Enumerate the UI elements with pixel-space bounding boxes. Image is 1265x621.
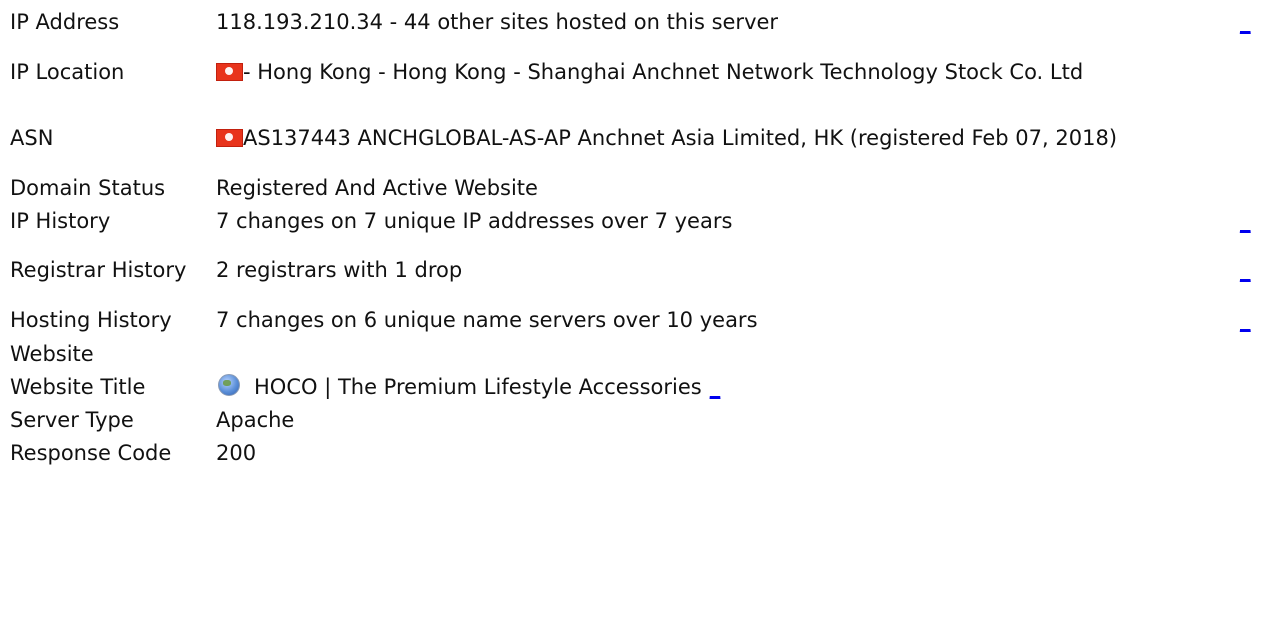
value-website-title: HOCO | The Premium Lifestyle Accessories bbox=[254, 374, 702, 399]
row-asn: ASN AS137443 ANCHGLOBAL-AS-AP Anchnet As… bbox=[10, 105, 1250, 171]
label-ip-location: IP Location bbox=[10, 60, 125, 84]
value-server-type: Apache bbox=[216, 407, 295, 432]
label-ip-history: IP History bbox=[10, 208, 111, 233]
label-response-code: Response Code bbox=[10, 440, 172, 465]
row-registrar-history: Registrar History 2 registrars with 1 dr… bbox=[10, 237, 1251, 303]
value-ip-history: 7 changes on 7 unique IP addresses over … bbox=[216, 208, 733, 233]
hong-kong-flag-icon bbox=[216, 129, 243, 147]
row-ip-location: IP Location - Hong Kong - Hong Kong - Sh… bbox=[10, 39, 1250, 105]
ip-history-more-link[interactable]: _ bbox=[1240, 205, 1251, 233]
whois-details-table: IP Address 118.193.210.34 - 44 other sit… bbox=[10, 5, 1251, 469]
globe-icon bbox=[218, 373, 240, 396]
value-registrar-history: 2 registrars with 1 drop bbox=[216, 258, 463, 282]
label-ip-address: IP Address bbox=[10, 10, 120, 34]
label-website-title: Website Title bbox=[10, 374, 146, 399]
value-asn-cell: AS137443 ANCHGLOBAL-AS-AP Anchnet Asia L… bbox=[216, 105, 1216, 171]
label-hosting-history: Hosting History bbox=[10, 308, 172, 332]
value-asn: AS137443 ANCHGLOBAL-AS-AP Anchnet Asia L… bbox=[243, 126, 1118, 150]
row-ip-history: IP History 7 changes on 7 unique IP addr… bbox=[10, 204, 1251, 237]
section-heading-website: Website bbox=[10, 341, 94, 366]
label-asn: ASN bbox=[10, 126, 54, 150]
value-response-code: 200 bbox=[216, 440, 257, 465]
value-ip-location: - Hong Kong - Hong Kong - Shanghai Anchn… bbox=[243, 60, 1084, 84]
hosting-history-more-link[interactable]: _ bbox=[1240, 304, 1251, 332]
ip-address-more-link[interactable]: _ bbox=[1240, 6, 1251, 34]
value-ip-address: 118.193.210.34 - 44 other sites hosted o… bbox=[216, 10, 779, 34]
registrar-history-more-link[interactable]: _ bbox=[1240, 254, 1251, 282]
value-ip-location-cell: - Hong Kong - Hong Kong - Shanghai Anchn… bbox=[216, 39, 1216, 105]
value-website-title-cell: HOCO | The Premium Lifestyle Accessories… bbox=[216, 370, 1216, 403]
hong-kong-flag-icon bbox=[216, 63, 243, 81]
row-response-code: Response Code 200 bbox=[10, 436, 1250, 469]
row-website-section: Website bbox=[10, 337, 1250, 370]
label-server-type: Server Type bbox=[10, 407, 134, 432]
row-hosting-history: Hosting History 7 changes on 6 unique na… bbox=[10, 303, 1251, 337]
website-title-more-link[interactable]: _ bbox=[710, 371, 721, 403]
value-domain-status: Registered And Active Website bbox=[216, 175, 538, 200]
label-registrar-history: Registrar History bbox=[10, 258, 187, 282]
row-ip-address: IP Address 118.193.210.34 - 44 other sit… bbox=[10, 5, 1251, 39]
row-website-title: Website Title HOCO | The Premium Lifesty… bbox=[10, 370, 1250, 403]
row-server-type: Server Type Apache bbox=[10, 403, 1250, 436]
row-domain-status: Domain Status Registered And Active Webs… bbox=[10, 171, 1250, 204]
value-hosting-history: 7 changes on 6 unique name servers over … bbox=[216, 308, 758, 332]
label-domain-status: Domain Status bbox=[10, 175, 166, 200]
